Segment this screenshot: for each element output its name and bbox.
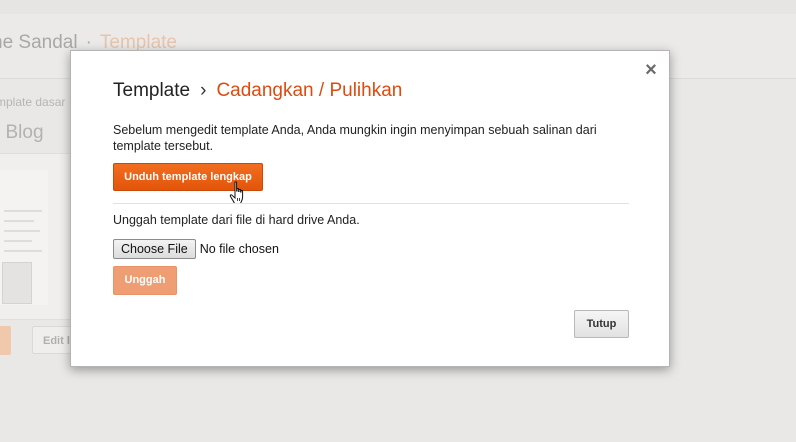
background-customize-button [0, 326, 11, 355]
choose-file-button[interactable]: Choose File [113, 239, 196, 259]
close-icon[interactable]: × [643, 60, 659, 80]
background-blog-label: i Blog [0, 122, 44, 143]
background-topbar [0, 0, 796, 15]
no-file-label: No file chosen [199, 242, 279, 256]
background-blog-name: ne Sandal [0, 32, 78, 53]
upload-instruction: Unggah template dari file di hard drive … [113, 213, 360, 227]
breadcrumb-chevron-icon: › [200, 80, 207, 101]
backup-description: Sebelum mengedit template Anda, Anda mun… [113, 123, 597, 153]
close-dialog-button[interactable]: Tutup [574, 310, 629, 338]
file-input: Choose File No file chosen [113, 239, 279, 259]
breadcrumb-current: Cadangkan / Pulihkan [216, 80, 403, 101]
backup-restore-dialog: × Template › Cadangkan / Pulihkan Sebelum … [70, 50, 670, 367]
breadcrumb-root: Template [113, 80, 191, 101]
background-subtitle: mplate dasar [0, 95, 66, 109]
background-thumbnail-image [2, 262, 32, 304]
dialog-title: Template › Cadangkan / Pulihkan [113, 80, 402, 102]
section-divider [113, 203, 629, 204]
upload-button[interactable]: Unggah [113, 266, 177, 295]
